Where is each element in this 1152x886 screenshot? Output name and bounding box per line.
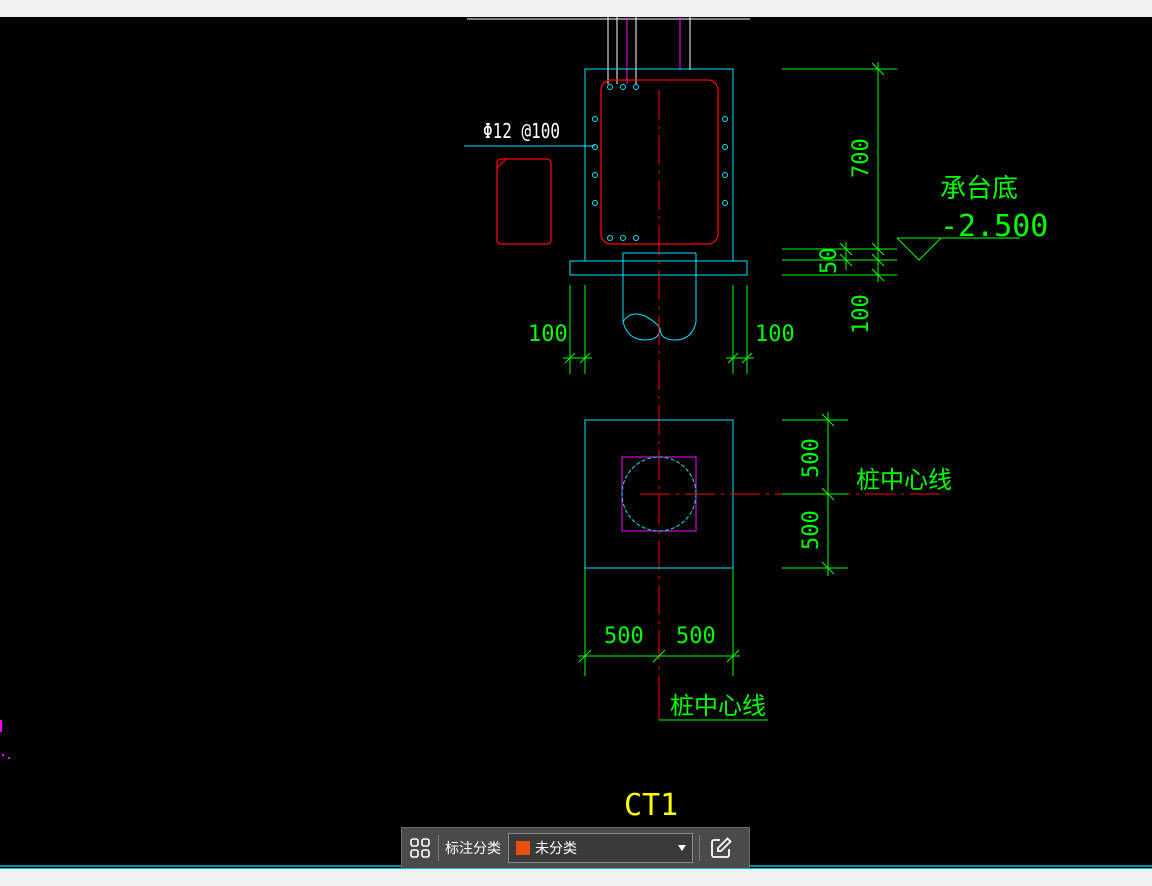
column-lines (607, 17, 691, 84)
annotation-toolbar: 标注分类 未分类 (401, 827, 750, 869)
elevation-label: 承台底 (940, 174, 1018, 204)
rebar-dots (592, 84, 728, 241)
grid-icon (410, 838, 430, 858)
toolbar-divider (438, 835, 439, 861)
status-bar (0, 868, 1152, 886)
top-toolbar (0, 0, 1152, 18)
dim-500-right: 500 (676, 624, 716, 649)
annotation-category-dropdown[interactable]: 未分类 (508, 833, 693, 863)
edit-icon (711, 837, 732, 858)
dim-500-top: 500 (799, 438, 824, 478)
dim-100-right: 100 (755, 322, 795, 347)
chevron-down-icon (678, 845, 686, 851)
rebar-label: Φ12 @100 (483, 120, 560, 143)
stirrup-detail (496, 158, 552, 245)
dim-100-left: 100 (528, 322, 568, 347)
dim-700: 700 (849, 138, 874, 178)
grid-view-button[interactable] (402, 828, 438, 868)
cad-drawing: Φ12 @100 100 100 700 50 100 承台底 -2.500 5… (0, 17, 1152, 867)
pile-center-label-right: 桩中心线 (856, 466, 952, 494)
dim-500-bottom: 500 (799, 510, 824, 550)
annotation-category-label: 标注分类 (445, 841, 501, 857)
drawing-title: CT1 (624, 788, 678, 823)
elevation-value: -2.500 (940, 209, 1048, 244)
drawing-canvas[interactable]: Φ12 @100 100 100 700 50 100 承台底 -2.500 5… (0, 17, 1152, 869)
plan-vertical-dims (782, 412, 848, 576)
dim-100-side: 100 (849, 294, 874, 334)
category-selected-value: 未分类 (535, 841, 577, 857)
pile-center-label-bottom: 桩中心线 (670, 692, 766, 720)
dim-500-left: 500 (604, 624, 644, 649)
dim-50: 50 (817, 248, 842, 275)
category-color-swatch (516, 841, 530, 855)
edit-button[interactable] (700, 828, 742, 868)
edge-marks (0, 720, 10, 759)
